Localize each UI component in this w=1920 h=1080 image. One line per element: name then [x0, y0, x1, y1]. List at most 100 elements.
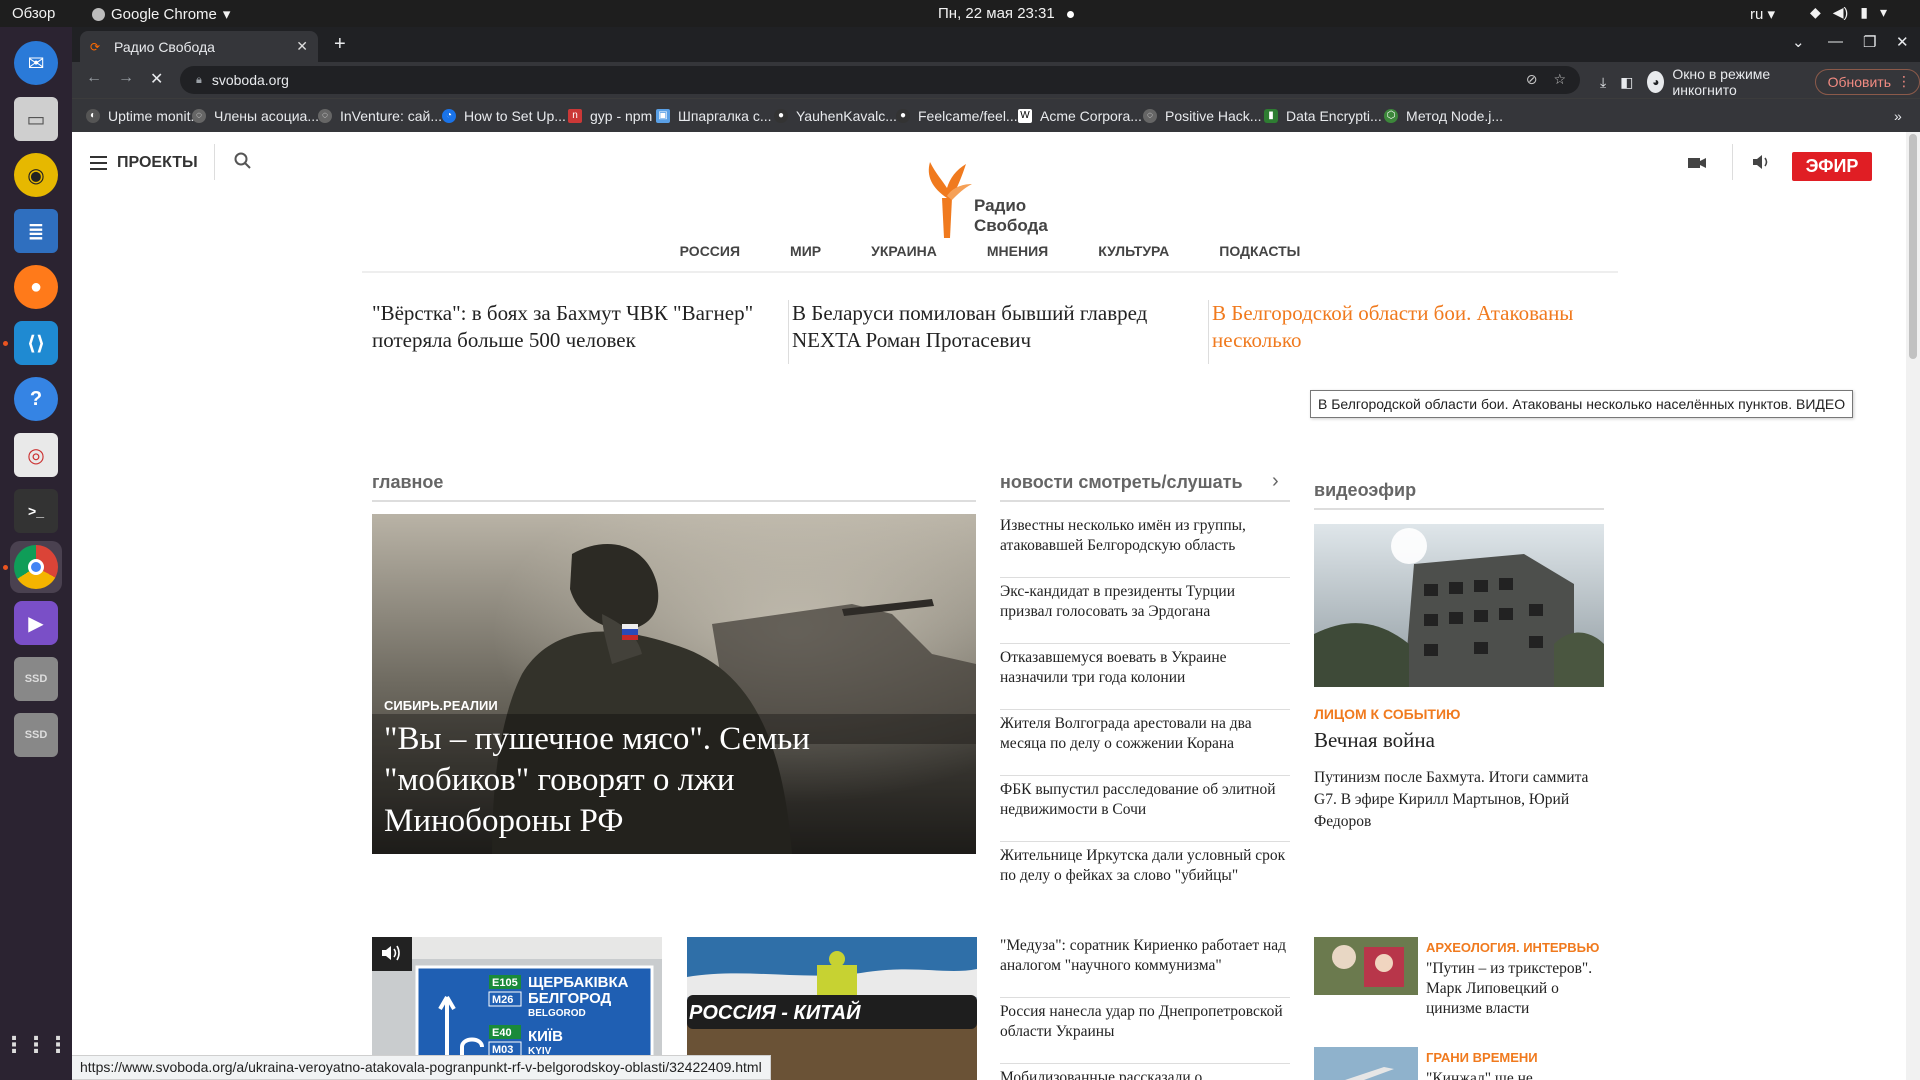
hero-kicker[interactable]: СИБИРЬ.РЕАЛИИ: [384, 698, 498, 713]
close-tab-icon[interactable]: ✕: [296, 38, 308, 55]
back-icon[interactable]: ←: [86, 69, 102, 87]
terminal-icon[interactable]: >_: [10, 485, 62, 537]
nav-item-russia[interactable]: РОССИЯ: [680, 243, 740, 271]
app-grid-icon[interactable]: ⋮⋮⋮: [3, 1019, 69, 1071]
hero-headline[interactable]: "Вы – пушечное мясо". Семьи "мобиков" го…: [384, 719, 884, 842]
close-window-icon[interactable]: ✕: [1896, 33, 1909, 51]
new-tab-icon[interactable]: +: [334, 33, 346, 56]
maximize-icon[interactable]: ❐: [1863, 33, 1876, 51]
minimize-icon[interactable]: —: [1828, 33, 1843, 50]
bookmark-item[interactable]: ◌ Positive Hack...: [1143, 108, 1261, 124]
video-title[interactable]: Вечная война: [1314, 728, 1604, 753]
firefox-icon[interactable]: ●: [10, 261, 62, 313]
top-story-link[interactable]: "Вёрстка": в боях за Бахмут ЧВК "Вагнер"…: [372, 300, 772, 354]
news-item[interactable]: Россия нанесла удар по Днепропетровской …: [1000, 998, 1290, 1064]
bookmark-favicon-icon: ▣: [656, 109, 670, 123]
side-story-kicker[interactable]: АРХЕОЛОГИЯ. ИНТЕРВЬЮ: [1426, 940, 1604, 955]
writer-icon[interactable]: ≣: [10, 205, 62, 257]
side-story-title[interactable]: "Кинжал" ще не: [1426, 1069, 1604, 1080]
wikipedia-icon: W: [1018, 109, 1032, 123]
nav-item-opinions[interactable]: МНЕНИЯ: [987, 243, 1048, 271]
tracking-protection-icon[interactable]: ⊘: [1526, 71, 1538, 88]
update-button[interactable]: Обновить ⋮: [1814, 69, 1920, 95]
nav-item-world[interactable]: МИР: [790, 243, 821, 271]
bookmark-item[interactable]: ◐ Uptime monit...: [86, 108, 202, 124]
stop-loading-icon[interactable]: ✕: [150, 69, 163, 89]
reader-icon[interactable]: ◎: [10, 429, 62, 481]
live-air-button[interactable]: ЭФИР: [1792, 152, 1872, 181]
bookmark-item[interactable]: W Acme Corpora...: [1018, 108, 1142, 124]
system-tray[interactable]: ◆ ◀) ▮ ▾: [1810, 4, 1887, 21]
help-icon[interactable]: ?: [10, 373, 62, 425]
tab-title: Радио Свобода: [114, 38, 215, 55]
activities-button[interactable]: Обзор: [12, 5, 55, 22]
news-item[interactable]: Мобилизованные рассказали о: [1000, 1064, 1290, 1080]
scrollbar[interactable]: [1906, 132, 1920, 1080]
section-title-news[interactable]: новости смотреть/слушать: [1000, 472, 1243, 493]
top-story-link[interactable]: В Беларуси помилован бывший главред NEXT…: [792, 300, 1192, 354]
site-logo[interactable]: Радио Свобода: [922, 158, 1062, 242]
bookmark-item[interactable]: ◔ How to Set Up...: [442, 108, 566, 124]
thunderbird-icon[interactable]: ✉: [10, 37, 62, 89]
news-item[interactable]: Экс-кандидат в президенты Турции призвал…: [1000, 578, 1290, 644]
nav-item-culture[interactable]: КУЛЬТУРА: [1098, 243, 1169, 271]
bookmark-item[interactable]: ● Feelcame/feel...: [896, 108, 1018, 124]
search-icon[interactable]: [234, 152, 252, 170]
side-story[interactable]: АРХЕОЛОГИЯ. ИНТЕРВЬЮ "Путин – из триксте…: [1314, 937, 1604, 1037]
ssd-drive-icon[interactable]: SSD: [10, 653, 62, 705]
rhythmbox-icon[interactable]: ◉: [10, 149, 62, 201]
news-item[interactable]: Отказавшемуся воевать в Украине назначил…: [1000, 644, 1290, 710]
forward-icon[interactable]: →: [118, 69, 134, 87]
address-bar[interactable]: 🔒︎ svoboda.org ⊘ ☆: [180, 66, 1580, 94]
clock[interactable]: Пн, 22 мая 23:31: [938, 5, 1074, 22]
news-item[interactable]: Жителя Волгограда арестовали на два меся…: [1000, 710, 1290, 776]
bookmark-item[interactable]: n gyp - npm: [568, 108, 652, 124]
news-item[interactable]: ФБК выпустил расследование об элитной не…: [1000, 776, 1290, 842]
incognito-indicator[interactable]: ◕ Окно в режиме инкогнито: [1647, 66, 1800, 98]
chevron-right-icon[interactable]: ›: [1272, 470, 1279, 493]
top-story-link-hovered[interactable]: В Белгородской области бои. Атакованы не…: [1212, 300, 1612, 354]
app-menu[interactable]: Google Chrome ▾: [92, 5, 230, 23]
video-kicker[interactable]: ЛИЦОМ К СОБЫТИЮ: [1314, 706, 1604, 722]
side-story-kicker[interactable]: ГРАНИ ВРЕМЕНИ: [1426, 1050, 1604, 1065]
video-description[interactable]: Путинизм после Бахмута. Итоги саммита G7…: [1314, 767, 1604, 833]
video-camera-icon[interactable]: [1688, 157, 1706, 169]
more-bookmarks-button[interactable]: »: [1894, 108, 1902, 124]
download-icon[interactable]: ⤓: [1600, 74, 1606, 91]
media-player-icon[interactable]: ▶: [10, 597, 62, 649]
bookmark-item[interactable]: ⬡ Метод Node.j...: [1384, 108, 1503, 124]
video-card[interactable]: ЛИЦОМ К СОБЫТИЮ Вечная война Путинизм по…: [1314, 524, 1604, 833]
news-item[interactable]: Жительнице Иркутска дали условный срок п…: [1000, 842, 1290, 908]
news-item[interactable]: "Медуза": соратник Кириенко работает над…: [1000, 932, 1290, 998]
projects-menu[interactable]: ПРОЕКТЫ: [90, 154, 198, 172]
bookmark-item[interactable]: ▣ Шпаргалка с...: [656, 108, 772, 124]
nav-item-podcasts[interactable]: ПОДКАСТЫ: [1219, 243, 1300, 271]
bookmark-item[interactable]: ◌ Члены асоциа...: [192, 108, 319, 124]
ssd-drive-icon[interactable]: SSD: [10, 709, 62, 761]
route-e40: E40: [492, 1027, 512, 1039]
tab-radio-svoboda[interactable]: ⟳ Радио Свобода ✕: [80, 31, 318, 62]
dock: ✉ ▭ ◉ ≣ ● ⟨⟩ ? ◎ >_ ▶ SSD SSD ⋮⋮⋮: [0, 27, 72, 1080]
tab-search-icon[interactable]: ⌄: [1792, 33, 1805, 51]
side-story[interactable]: ГРАНИ ВРЕМЕНИ "Кинжал" ще не: [1314, 1047, 1604, 1080]
bookmark-item[interactable]: ▮ Data Encrypti...: [1264, 108, 1382, 124]
bookmark-star-icon[interactable]: ☆: [1553, 71, 1566, 88]
side-panel-icon[interactable]: ◧: [1620, 74, 1633, 91]
keyboard-layout[interactable]: ru ▾: [1750, 5, 1775, 23]
vscode-icon[interactable]: ⟨⟩: [10, 317, 62, 369]
bookmark-item[interactable]: ◌ InVenture: сай...: [318, 108, 442, 124]
chrome-icon[interactable]: [10, 541, 62, 593]
scrollbar-thumb[interactable]: [1909, 134, 1917, 359]
section-underline: [372, 500, 976, 502]
files-icon[interactable]: ▭: [10, 93, 62, 145]
side-story-title[interactable]: "Путин – из трикстеров". Марк Липовецкий…: [1426, 959, 1604, 1019]
nav-item-ukraine[interactable]: УКРАИНА: [871, 243, 937, 271]
news-list-2: "Медуза": соратник Кириенко работает над…: [1000, 932, 1290, 1080]
news-item[interactable]: Известны несколько имён из группы, атако…: [1000, 512, 1290, 578]
hero-story[interactable]: СИБИРЬ.РЕАЛИИ "Вы – пушечное мясо". Семь…: [372, 514, 976, 854]
incognito-icon: ◕: [1647, 71, 1665, 93]
volume-icon: ◀): [1832, 4, 1849, 20]
audio-speaker-icon[interactable]: [1752, 154, 1770, 170]
bookmark-item[interactable]: ● YauhenKavalc...: [774, 108, 897, 124]
lock-icon: 🔒︎: [196, 73, 202, 86]
